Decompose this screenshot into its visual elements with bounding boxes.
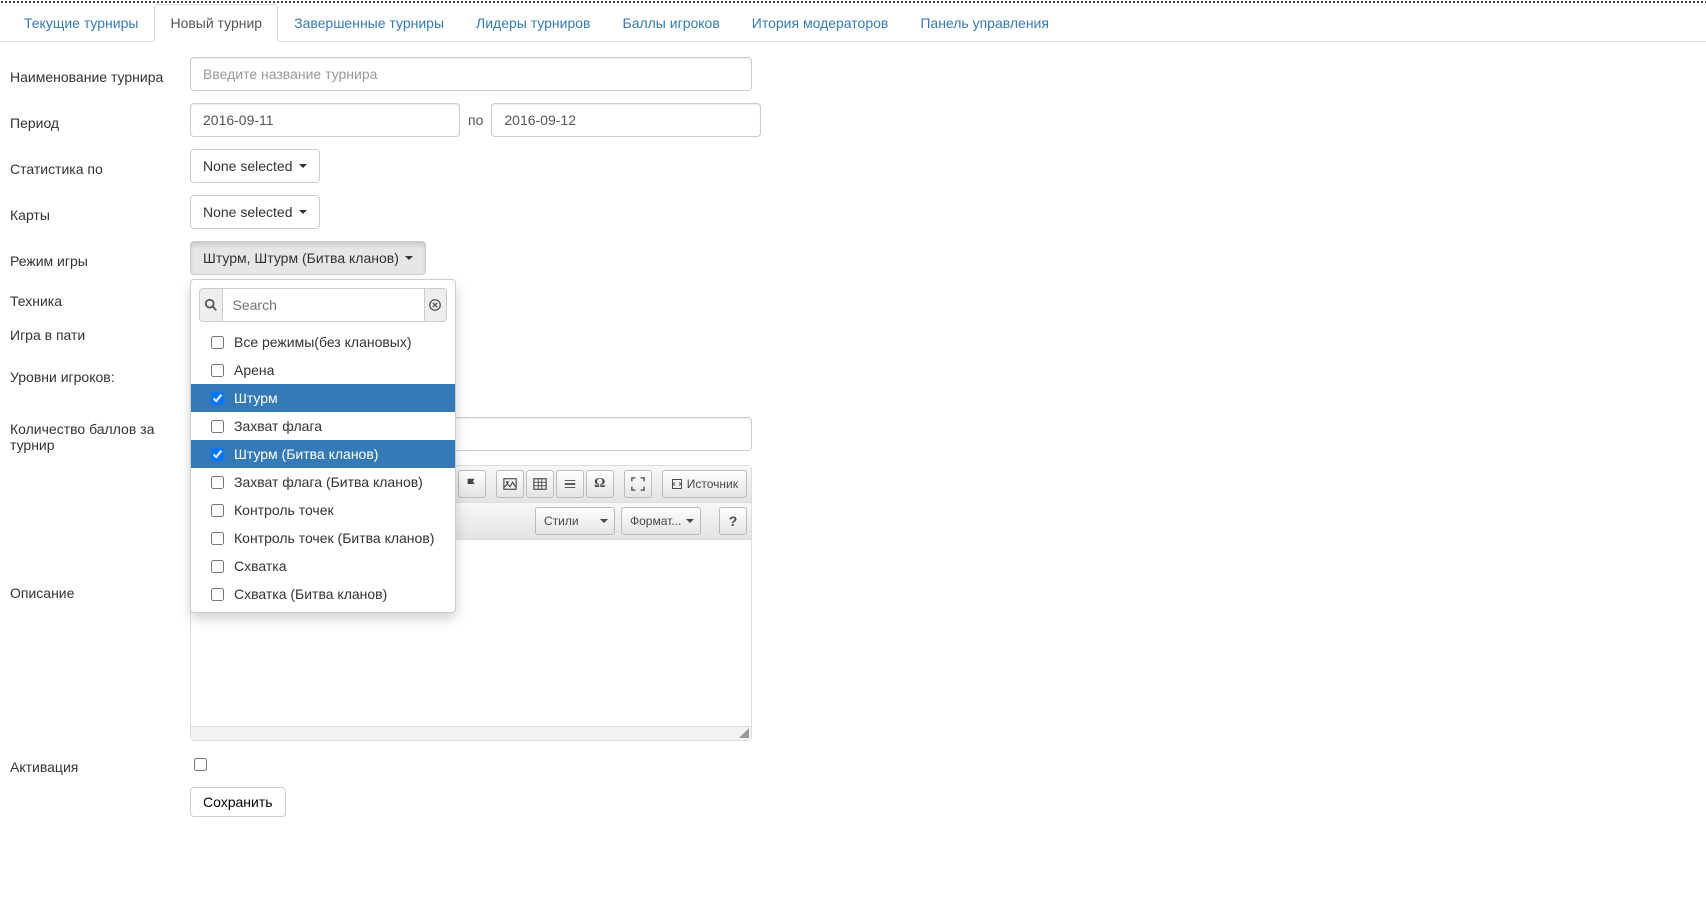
mode-option-checkbox[interactable] (211, 588, 224, 601)
maximize-icon[interactable] (624, 470, 652, 498)
source-button[interactable]: Источник (662, 470, 747, 498)
mode-option-checkbox[interactable] (211, 476, 224, 489)
mode-option-checkbox[interactable] (211, 560, 224, 573)
mode-option-label: Схватка (234, 558, 287, 574)
stats-dropdown[interactable]: None selected (190, 149, 320, 183)
mode-option-checkbox[interactable] (211, 420, 224, 433)
name-label: Наименование турнира (10, 63, 190, 85)
maps-label: Карты (10, 201, 190, 223)
mode-option-label: Захват флага (Битва кланов) (234, 474, 423, 490)
save-button[interactable]: Сохранить (190, 787, 286, 817)
format-select[interactable]: Формат... (621, 507, 701, 535)
description-label: Описание (10, 465, 190, 601)
help-icon[interactable]: ? (719, 507, 747, 535)
mode-option-2[interactable]: Штурм (191, 384, 455, 412)
mode-option-0[interactable]: Все режимы(без клановых) (191, 328, 455, 356)
mode-option-label: Штурм (Битва кланов) (234, 446, 378, 462)
tech-label: Техника (10, 287, 190, 309)
tab-0[interactable]: Текущие турниры (8, 4, 154, 42)
levels-label: Уровни игроков: (10, 363, 190, 385)
period-label: Период (10, 109, 190, 131)
caret-down-icon (299, 210, 307, 214)
mode-label: Режим игры (10, 247, 190, 269)
mode-option-5[interactable]: Захват флага (Битва кланов) (191, 468, 455, 496)
mode-option-8[interactable]: Схватка (191, 552, 455, 580)
tab-3[interactable]: Лидеры турниров (460, 4, 606, 42)
mode-option-label: Схватка (Битва кланов) (234, 586, 387, 602)
tab-1[interactable]: Новый турнир (154, 4, 278, 42)
stats-label: Статистика по (10, 155, 190, 177)
mode-option-7[interactable]: Контроль точек (Битва кланов) (191, 524, 455, 552)
game-mode-dropdown-panel: Все режимы(без клановых) Арена Штурм Захват… (190, 279, 456, 613)
mode-option-label: Штурм (234, 390, 278, 406)
game-mode-dropdown[interactable]: Штурм, Штурм (Битва кланов) (190, 241, 426, 275)
search-icon (199, 288, 222, 322)
mode-option-checkbox[interactable] (211, 336, 224, 349)
stats-dropdown-value: None selected (203, 158, 293, 174)
source-button-label: Источник (687, 477, 738, 491)
main-tabs: Текущие турнирыНовый турнирЗавершенные т… (0, 4, 1706, 42)
mode-option-label: Все режимы(без клановых) (234, 334, 412, 350)
styles-select[interactable]: Стили (535, 507, 615, 535)
tab-2[interactable]: Завершенные турниры (278, 4, 460, 42)
activation-checkbox[interactable] (194, 758, 207, 771)
mode-option-checkbox[interactable] (211, 532, 224, 545)
maps-dropdown-value: None selected (203, 204, 293, 220)
game-mode-option-list: Все режимы(без клановых) Арена Штурм Захват… (191, 328, 455, 608)
mode-option-label: Контроль точек (234, 502, 334, 518)
mode-option-checkbox[interactable] (211, 504, 224, 517)
table-icon[interactable] (526, 470, 554, 498)
party-label: Игра в пати (10, 321, 190, 343)
mode-option-checkbox[interactable] (211, 392, 224, 405)
activation-label: Активация (10, 753, 190, 775)
caret-down-icon (299, 164, 307, 168)
mode-option-1[interactable]: Арена (191, 356, 455, 384)
period-to-input[interactable] (491, 103, 761, 137)
mode-option-3[interactable]: Захват флага (191, 412, 455, 440)
tournament-name-input[interactable] (190, 57, 752, 91)
tab-6[interactable]: Панель управления (904, 4, 1065, 42)
editor-resize-handle[interactable] (191, 726, 751, 740)
mode-option-6[interactable]: Контроль точек (191, 496, 455, 524)
clear-search-icon[interactable] (425, 288, 448, 322)
tournament-form: Наименование турнира Период по Статистик… (0, 42, 1706, 844)
mode-option-label: Контроль точек (Битва кланов) (234, 530, 434, 546)
flag-icon[interactable] (458, 470, 486, 498)
points-label: Количество баллов за турнир (10, 415, 190, 453)
mode-option-checkbox[interactable] (211, 364, 224, 377)
mode-option-label: Захват флага (234, 418, 322, 434)
tab-5[interactable]: Итория модераторов (736, 4, 905, 42)
dropdown-search-input[interactable] (222, 288, 425, 322)
maps-dropdown[interactable]: None selected (190, 195, 320, 229)
horizontal-rule-icon[interactable] (556, 470, 584, 498)
game-mode-dropdown-value: Штурм, Штурм (Битва кланов) (203, 250, 399, 266)
special-char-icon[interactable]: Ω (586, 470, 614, 498)
caret-down-icon (405, 256, 413, 260)
mode-option-label: Арена (234, 362, 274, 378)
period-from-input[interactable] (190, 103, 460, 137)
tab-4[interactable]: Баллы игроков (607, 4, 736, 42)
image-icon[interactable] (496, 470, 524, 498)
mode-option-4[interactable]: Штурм (Битва кланов) (191, 440, 455, 468)
mode-option-checkbox[interactable] (211, 448, 224, 461)
period-separator: по (460, 112, 491, 128)
mode-option-9[interactable]: Схватка (Битва кланов) (191, 580, 455, 608)
